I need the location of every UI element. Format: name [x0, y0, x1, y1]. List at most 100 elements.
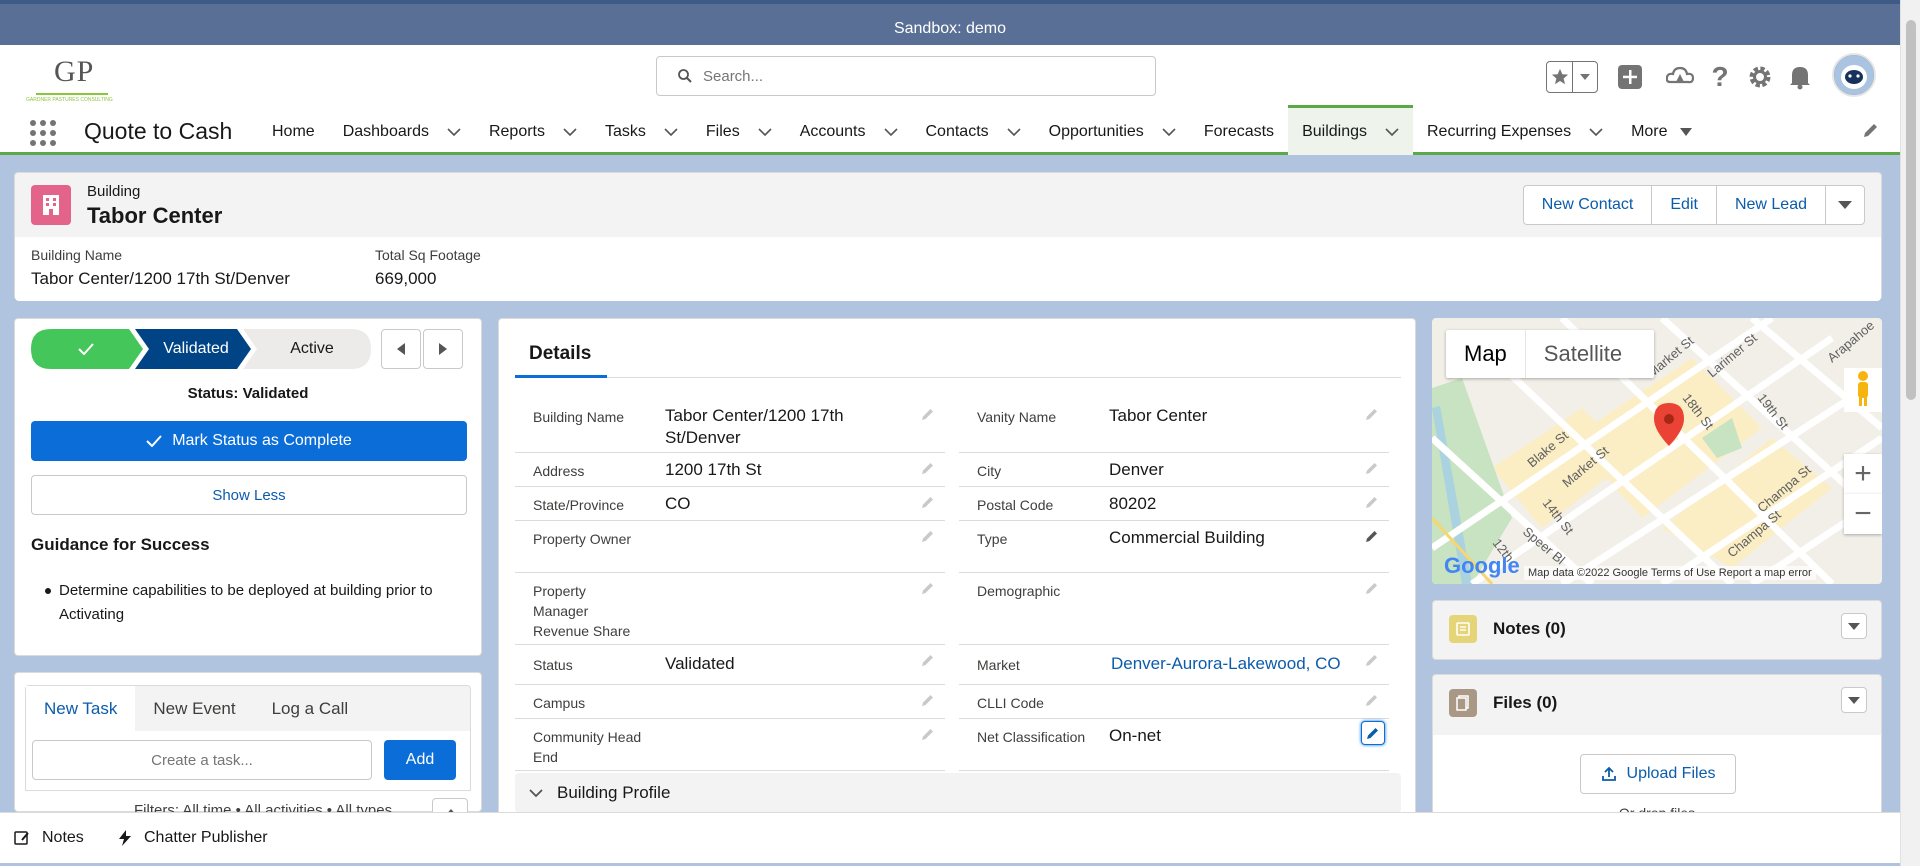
more-actions-button[interactable] — [1826, 186, 1864, 224]
edit-pencil-icon[interactable] — [921, 529, 935, 543]
map-type-map-button[interactable]: Map — [1446, 330, 1525, 378]
nav-tab-home[interactable]: Home — [258, 105, 329, 155]
nav-tab-tasks[interactable]: Tasks — [591, 105, 692, 155]
tab-details[interactable]: Details — [529, 343, 591, 365]
tab-new-event[interactable]: New Event — [135, 686, 253, 732]
scrollbar-thumb[interactable] — [1906, 20, 1916, 400]
favorites-group[interactable] — [1546, 61, 1598, 93]
edit-pencil-icon[interactable] — [921, 653, 935, 667]
nav-tab-files[interactable]: Files — [692, 105, 786, 155]
map-type-satellite-button[interactable]: Satellite — [1524, 330, 1640, 378]
nav-tab-dashboards[interactable]: Dashboards — [329, 105, 475, 155]
nav-tab-opportunities[interactable]: Opportunities — [1035, 105, 1190, 155]
map-card[interactable]: Market St Larimer St 19th St Arapahoe 18… — [1432, 318, 1882, 584]
show-less-button[interactable]: Show Less — [31, 475, 467, 515]
star-icon[interactable] — [1547, 62, 1573, 92]
edit-pencil-icon[interactable] — [921, 495, 935, 509]
notes-menu-button[interactable] — [1841, 613, 1867, 639]
files-menu-button[interactable] — [1841, 687, 1867, 713]
help-button[interactable]: ? — [1704, 61, 1736, 93]
edit-button[interactable]: Edit — [1652, 186, 1717, 224]
gear-icon — [1749, 66, 1771, 88]
edit-pencil-icon[interactable] — [921, 407, 935, 421]
nav-tab-recurring-expenses[interactable]: Recurring Expenses — [1413, 105, 1617, 155]
app-launcher-icon[interactable] — [28, 118, 58, 148]
page-scrollbar[interactable] — [1900, 0, 1920, 866]
chevron-down-icon[interactable] — [447, 127, 461, 136]
nav-tab-contacts[interactable]: Contacts — [912, 105, 1035, 155]
edit-pencil-icon[interactable] — [921, 727, 935, 741]
path-prev-button[interactable] — [381, 329, 421, 369]
chevron-down-icon[interactable] — [1162, 127, 1176, 136]
nav-tab-buildings[interactable]: Buildings — [1288, 105, 1413, 155]
field-property-owner: Property Owner — [515, 521, 945, 573]
nav-tab-accounts[interactable]: Accounts — [786, 105, 912, 155]
tab-log-a-call[interactable]: Log a Call — [254, 686, 367, 732]
section-building-profile[interactable]: Building Profile — [515, 773, 1401, 813]
zoom-in-button[interactable]: + — [1844, 454, 1882, 494]
upload-files-button[interactable]: Upload Files — [1580, 754, 1736, 794]
edit-pencil-icon[interactable] — [1365, 407, 1379, 421]
edit-pencil-icon[interactable] — [1365, 653, 1379, 667]
new-contact-button[interactable]: New Contact — [1524, 186, 1653, 224]
nav-tab-more[interactable]: More — [1617, 105, 1705, 155]
trailhead-button[interactable] — [1664, 61, 1696, 93]
mark-status-complete-button[interactable]: Mark Status as Complete — [31, 421, 467, 461]
edit-nav-icon[interactable] — [1862, 121, 1880, 139]
chevron-down-icon[interactable] — [1589, 127, 1603, 136]
chevron-down-icon[interactable] — [1573, 62, 1597, 92]
edit-pencil-icon[interactable] — [921, 461, 935, 475]
nav-tab-forecasts[interactable]: Forecasts — [1190, 105, 1288, 155]
edit-pencil-icon — [1367, 728, 1378, 739]
chevron-down-icon[interactable] — [758, 127, 772, 136]
utility-chatter-publisher[interactable]: Chatter Publisher — [118, 829, 268, 847]
notes-title[interactable]: Notes (0) — [1493, 619, 1566, 639]
utility-notes[interactable]: Notes — [14, 829, 84, 847]
company-logo[interactable]: GP GARDNER PASTURES CONSULTING — [24, 55, 134, 103]
edit-pencil-icon[interactable] — [1365, 495, 1379, 509]
zoom-out-button[interactable]: − — [1844, 494, 1882, 534]
create-task-input[interactable] — [32, 740, 372, 780]
path-step-active[interactable]: Active — [253, 329, 371, 369]
chevron-down-icon[interactable] — [1385, 127, 1399, 136]
pegman-icon — [1844, 368, 1882, 412]
edit-pencil-icon[interactable] — [1365, 529, 1379, 543]
chevron-down-icon[interactable] — [664, 127, 678, 136]
checkmark-icon — [78, 343, 94, 355]
field-property-manager-revenue-share: Property Manager Revenue Share — [515, 573, 945, 645]
field-campus: Campus — [515, 685, 945, 719]
tab-new-task[interactable]: New Task — [26, 686, 136, 732]
files-icon — [1449, 689, 1477, 717]
field-postal-code: Postal Code 80202 — [959, 487, 1389, 521]
caret-down-icon[interactable] — [1679, 127, 1692, 136]
edit-pencil-icon[interactable] — [921, 581, 935, 595]
chevron-down-icon[interactable] — [563, 127, 577, 136]
user-avatar[interactable] — [1832, 53, 1876, 97]
new-lead-button[interactable]: New Lead — [1717, 186, 1826, 224]
path-next-button[interactable] — [423, 329, 463, 369]
edit-pencil-icon[interactable] — [921, 693, 935, 707]
search-input[interactable] — [703, 65, 1133, 87]
field-status: Status Validated — [515, 645, 945, 685]
add-task-button[interactable]: Add — [384, 740, 456, 780]
bell-icon — [1790, 67, 1810, 90]
market-link[interactable]: Denver-Aurora-Lakewood, CO — [1111, 653, 1341, 675]
path-status-text: Status: Validated — [187, 385, 309, 402]
map-attribution[interactable]: Map data ©2022 Google Terms of Use Repor… — [1524, 566, 1816, 580]
edit-pencil-icon[interactable] — [1365, 581, 1379, 595]
global-search[interactable] — [656, 56, 1156, 96]
files-title[interactable]: Files (0) — [1493, 693, 1557, 713]
path-step-validated[interactable]: Validated — [143, 329, 249, 369]
edit-pencil-icon[interactable] — [1365, 693, 1379, 707]
search-icon — [678, 69, 692, 83]
chevron-down-icon[interactable] — [1007, 127, 1021, 136]
global-actions-button[interactable] — [1614, 61, 1646, 93]
edit-net-classification-button[interactable] — [1361, 721, 1385, 745]
nav-tab-reports[interactable]: Reports — [475, 105, 591, 155]
setup-button[interactable] — [1744, 61, 1776, 93]
notifications-button[interactable] — [1784, 61, 1816, 93]
chevron-down-icon[interactable] — [883, 127, 898, 136]
path-step-complete[interactable] — [31, 329, 141, 369]
edit-pencil-icon[interactable] — [1365, 461, 1379, 475]
app-navigation: Quote to Cash Home Dashboards Reports Ta… — [0, 105, 1900, 155]
